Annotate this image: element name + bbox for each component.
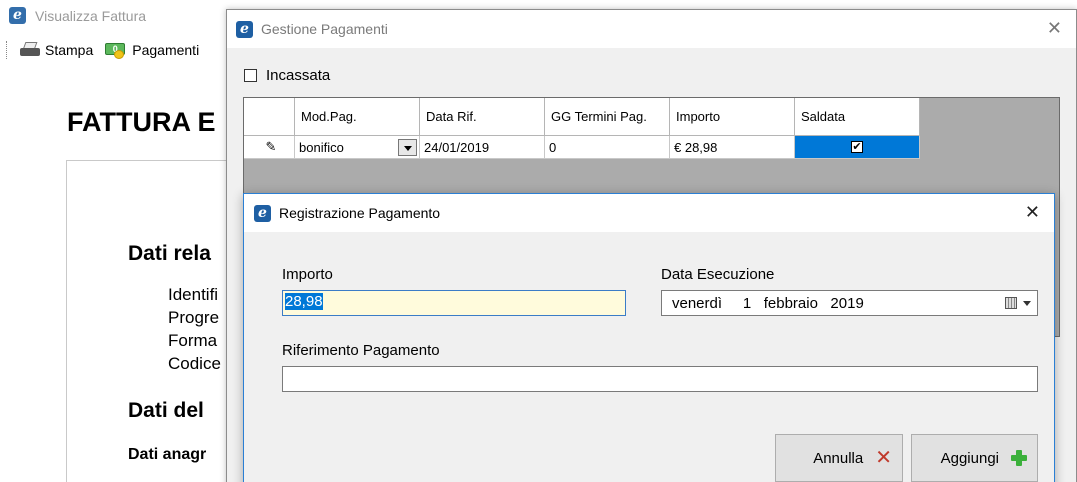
- column-header-data-rif[interactable]: Data Rif.: [420, 98, 545, 136]
- app-logo-icon: e: [254, 204, 271, 222]
- document-line: Forma: [168, 331, 218, 350]
- column-header-mod-pag[interactable]: Mod.Pag.: [295, 98, 420, 136]
- document-subsection-heading: Dati anagr: [128, 446, 207, 463]
- print-button[interactable]: Stampa: [20, 42, 93, 58]
- annulla-button[interactable]: Annulla ✕: [775, 434, 903, 482]
- incassata-checkbox[interactable]: Incassata: [244, 67, 330, 84]
- toolbar-grip: [6, 41, 8, 59]
- saldata-checkbox[interactable]: ✔: [851, 141, 863, 153]
- registrazione-pagamento-dialog: e Registrazione Pagamento ✕ Importo 28,9…: [243, 193, 1055, 482]
- cell-gg-termini[interactable]: 0: [545, 136, 670, 159]
- money-icon: 0: [105, 41, 127, 59]
- print-button-label: Stampa: [45, 42, 94, 58]
- payments-button-label: Pagamenti: [132, 42, 200, 58]
- rp-titlebar: e Registrazione Pagamento: [244, 194, 1054, 232]
- app-logo-icon: e: [236, 20, 253, 38]
- document-line: Progre: [168, 308, 220, 327]
- bg-window-title: Visualizza Fattura: [35, 7, 147, 24]
- close-icon: ✕: [875, 447, 892, 469]
- aggiungi-label: Aggiungi: [940, 449, 999, 467]
- close-icon[interactable]: ✕: [1047, 18, 1062, 39]
- gp-title: Gestione Pagamenti: [261, 21, 388, 37]
- cell-saldata[interactable]: ✔: [795, 136, 920, 159]
- column-header-importo[interactable]: Importo: [670, 98, 795, 136]
- checkbox-box[interactable]: [244, 69, 257, 82]
- table-row[interactable]: ✎ bonifico 24/01/2019 0 € 28,98 ✔: [244, 136, 920, 159]
- data-esecuzione-picker[interactable]: venerdì 1 febbraio 2019: [661, 290, 1038, 316]
- column-header-gg-termini[interactable]: GG Termini Pag.: [545, 98, 670, 136]
- payments-button[interactable]: 0 Pagamenti: [105, 41, 199, 59]
- chevron-down-icon[interactable]: [398, 138, 417, 156]
- cell-importo[interactable]: € 28,98: [670, 136, 795, 159]
- document-section-heading: Dati del: [128, 399, 204, 422]
- calendar-icon[interactable]: [1005, 297, 1017, 309]
- riferimento-input[interactable]: [282, 366, 1038, 392]
- row-edit-icon[interactable]: ✎: [244, 136, 295, 159]
- data-esecuzione-value: venerdì 1 febbraio 2019: [672, 294, 864, 312]
- importo-label: Importo: [282, 266, 333, 283]
- data-esecuzione-label: Data Esecuzione: [661, 266, 775, 283]
- rp-title: Registrazione Pagamento: [279, 205, 441, 221]
- plus-icon: [1011, 450, 1027, 466]
- grid-row-header-corner: [244, 98, 295, 136]
- aggiungi-button[interactable]: Aggiungi: [911, 434, 1038, 482]
- gp-titlebar: e Gestione Pagamenti: [227, 10, 1076, 48]
- document-line: Codice: [168, 354, 221, 373]
- bg-toolbar: Stampa 0 Pagamenti: [0, 34, 230, 66]
- document-line: Identifi: [168, 285, 219, 304]
- cell-data-rif[interactable]: 24/01/2019: [420, 136, 545, 159]
- cell-mod-pag[interactable]: bonifico: [295, 136, 420, 159]
- mod-pag-value: bonifico: [299, 139, 344, 155]
- grid-header-row: Mod.Pag. Data Rif. GG Termini Pag. Impor…: [244, 98, 920, 136]
- app-logo-icon: e: [9, 7, 26, 24]
- column-header-saldata[interactable]: Saldata: [795, 98, 920, 136]
- importo-value: 28,98: [285, 293, 323, 310]
- close-icon[interactable]: ✕: [1025, 202, 1040, 223]
- chevron-down-icon[interactable]: [1023, 301, 1031, 306]
- annulla-label: Annulla: [813, 449, 864, 467]
- document-title: FATTURA E: [67, 107, 216, 137]
- importo-input[interactable]: 28,98: [282, 290, 626, 316]
- riferimento-label: Riferimento Pagamento: [282, 342, 440, 359]
- printer-icon: [20, 42, 40, 58]
- bg-window-titlebar: e Visualizza Fattura: [9, 7, 146, 24]
- incassata-label: Incassata: [266, 67, 331, 84]
- document-section-heading: Dati rela: [128, 242, 211, 265]
